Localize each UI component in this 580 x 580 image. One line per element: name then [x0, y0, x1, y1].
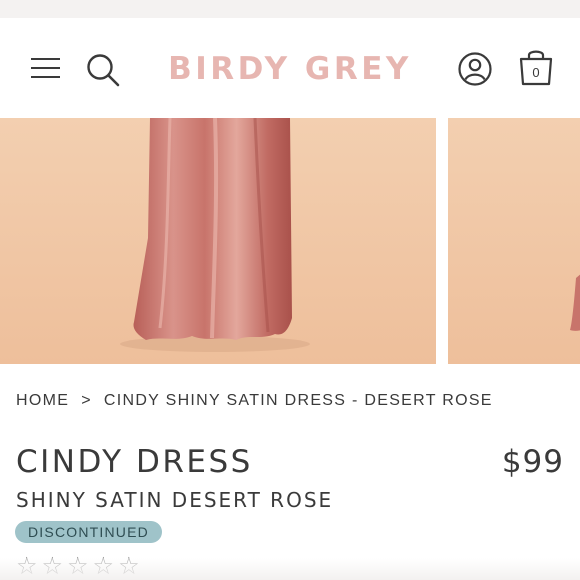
- breadcrumb-current: CINDY SHINY SATIN DRESS - DESERT ROSE: [103, 392, 493, 409]
- product-image[interactable]: [0, 118, 436, 364]
- product-subtitle: SHINY SATIN DESERT ROSE: [16, 488, 334, 512]
- top-strip: [0, 0, 580, 18]
- product-title: CINDY DRESS: [16, 444, 253, 480]
- breadcrumb-home[interactable]: HOME: [16, 392, 69, 409]
- breadcrumb: HOME > CINDY SHINY SATIN DRESS - DESERT RO…: [16, 392, 493, 410]
- product-gallery[interactable]: [0, 118, 580, 364]
- product-image[interactable]: [448, 118, 580, 364]
- brand-logo[interactable]: BIRDY GREY: [0, 51, 580, 87]
- status-badge: DISCONTINUED: [15, 521, 162, 543]
- breadcrumb-separator: >: [81, 392, 92, 409]
- bottom-fade: [0, 558, 580, 580]
- site-header: BIRDY GREY 0: [0, 18, 580, 118]
- account-icon[interactable]: [457, 51, 493, 87]
- product-price: $99: [501, 444, 564, 480]
- cart-count: 0: [532, 65, 540, 80]
